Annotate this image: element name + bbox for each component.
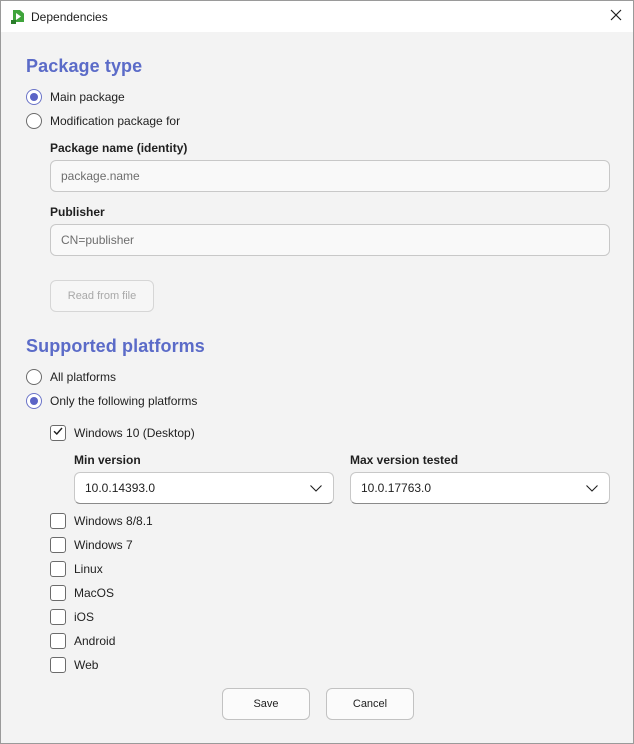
checkbox-box [50, 633, 66, 649]
macos-checkbox[interactable]: MacOS [50, 584, 114, 602]
radio-label: Modification package for [50, 114, 181, 128]
checkbox-box [50, 537, 66, 553]
publisher-input[interactable] [50, 224, 610, 256]
web-checkbox[interactable]: Web [50, 656, 98, 674]
checkmark-icon [52, 424, 64, 442]
max-version-label: Max version tested [350, 453, 459, 467]
min-version-label: Min version [74, 453, 141, 467]
modification-package-radio[interactable]: Modification package for [26, 112, 180, 130]
package-name-label: Package name (identity) [50, 141, 188, 155]
radio-indicator [26, 393, 42, 409]
checkbox-box [50, 585, 66, 601]
package-name-input[interactable] [50, 160, 610, 192]
checkbox-label: Linux [74, 562, 103, 576]
max-version-value: 10.0.17763.0 [361, 481, 432, 495]
checkbox-box [50, 561, 66, 577]
radio-label: Only the following platforms [50, 394, 198, 408]
max-version-select[interactable]: 10.0.17763.0 [350, 472, 610, 504]
radio-indicator [26, 113, 42, 129]
windows10-checkbox[interactable]: Windows 10 (Desktop) [50, 424, 195, 442]
min-version-select[interactable]: 10.0.14393.0 [74, 472, 334, 504]
checkbox-label: iOS [74, 610, 95, 624]
title-bar: Dependencies [1, 1, 633, 32]
radio-indicator [26, 369, 42, 385]
read-from-file-button[interactable]: Read from file [50, 280, 154, 312]
app-logo-icon [11, 9, 25, 24]
checkbox-label: MacOS [74, 586, 115, 600]
windows8-checkbox[interactable]: Windows 8/8.1 [50, 512, 153, 530]
close-button[interactable] [599, 1, 633, 32]
publisher-label: Publisher [50, 205, 105, 219]
checkbox-label: Windows 7 [74, 538, 133, 552]
package-type-heading: Package type [26, 56, 143, 76]
radio-indicator [26, 89, 42, 105]
only-following-platforms-radio[interactable]: Only the following platforms [26, 392, 197, 410]
chevron-down-icon [585, 481, 599, 495]
radio-label: All platforms [50, 370, 117, 384]
save-button[interactable]: Save [222, 688, 310, 720]
main-package-radio[interactable]: Main package [26, 88, 125, 106]
checkbox-box [50, 609, 66, 625]
min-version-value: 10.0.14393.0 [85, 481, 156, 495]
all-platforms-radio[interactable]: All platforms [26, 368, 116, 386]
checkbox-label: Windows 8/8.1 [74, 514, 153, 528]
checkbox-label: Android [74, 634, 116, 648]
checkbox-box [50, 425, 66, 441]
ios-checkbox[interactable]: iOS [50, 608, 94, 626]
checkbox-box [50, 657, 66, 673]
window-title: Dependencies [31, 10, 108, 24]
linux-checkbox[interactable]: Linux [50, 560, 103, 578]
checkbox-label: Web [74, 658, 99, 672]
checkbox-label: Windows 10 (Desktop) [74, 426, 195, 440]
chevron-down-icon [309, 481, 323, 495]
checkbox-box [50, 513, 66, 529]
close-icon [610, 8, 622, 26]
supported-platforms-heading: Supported platforms [26, 336, 205, 356]
cancel-button[interactable]: Cancel [326, 688, 414, 720]
dependencies-dialog: Dependencies Package type Main package M… [0, 0, 634, 744]
radio-label: Main package [50, 90, 125, 104]
windows7-checkbox[interactable]: Windows 7 [50, 536, 133, 554]
android-checkbox[interactable]: Android [50, 632, 115, 650]
